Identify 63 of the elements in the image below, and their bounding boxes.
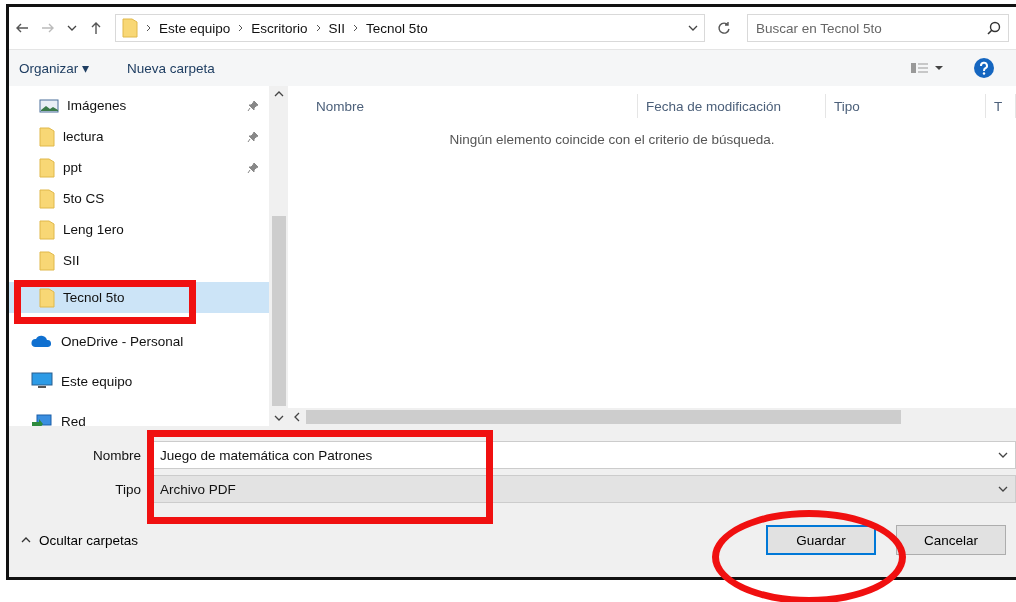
dialog-button[interactable]: Guardar	[766, 525, 876, 555]
nav-item[interactable]: lectura	[9, 121, 270, 152]
dialog-button[interactable]: Cancelar	[896, 525, 1006, 555]
nav-item[interactable]: OneDrive - Personal	[9, 321, 270, 361]
folder-icon	[39, 287, 55, 308]
chevron-icon	[353, 24, 359, 32]
breadcrumb-item[interactable]: Escritorio	[251, 20, 308, 36]
field-label: Tipo	[114, 481, 142, 497]
chevron-icon	[146, 24, 151, 32]
nav-item[interactable]: SII	[9, 245, 270, 276]
breadcrumb-item[interactable]: Este equipo	[159, 20, 231, 36]
folder-icon	[39, 219, 55, 240]
nav-item[interactable]: Red	[9, 401, 270, 426]
folder-icon	[122, 18, 138, 38]
pin-icon[interactable]	[247, 99, 260, 112]
folder-icon	[39, 126, 55, 147]
nav-item[interactable]: Este equipo	[9, 361, 270, 401]
refresh-button[interactable]	[717, 21, 731, 35]
column-header[interactable]: Nombre	[308, 94, 638, 118]
network-icon	[31, 412, 53, 426]
folder-icon	[39, 157, 55, 178]
dropdown-icon[interactable]	[998, 485, 1008, 493]
pin-icon[interactable]	[247, 130, 260, 143]
scroll-up-icon[interactable]	[273, 90, 284, 98]
nav-item[interactable]: ppt	[9, 152, 270, 183]
breadcrumb-item[interactable]: Tecnol 5to	[366, 20, 428, 36]
chevron-icon	[315, 24, 321, 32]
nav-item[interactable]: 5to CS	[9, 183, 270, 214]
back-button[interactable]	[15, 21, 29, 35]
cloud-icon	[31, 334, 53, 348]
view-options-icon[interactable]	[910, 62, 944, 74]
scroll-left-icon[interactable]	[294, 412, 300, 422]
pin-icon[interactable]	[247, 161, 260, 174]
column-header[interactable]: Tipo	[826, 94, 986, 118]
field-label: Nombre	[92, 447, 142, 463]
file-type-dropdown[interactable]: Archivo PDF	[153, 475, 1016, 503]
search-field[interactable]: Buscar en Tecnol 5to	[747, 14, 1009, 42]
column-header[interactable]: T	[986, 94, 1016, 118]
address-bar[interactable]: Este equipo Escritorio SII Tecnol 5to	[115, 14, 705, 42]
dropdown-icon[interactable]	[688, 24, 698, 32]
chevron-icon	[238, 24, 244, 32]
image-icon	[39, 97, 59, 114]
folder-icon	[39, 250, 55, 271]
folder-icon	[39, 188, 55, 209]
caret-icon	[21, 536, 31, 544]
scrollbar[interactable]	[288, 408, 1016, 426]
hide-folders-button[interactable]: Ocultar carpetas	[15, 531, 145, 549]
empty-message: Ningún elemento coincide con el criterio de búsqueda.	[449, 132, 775, 147]
toolbar-button[interactable]: Nueva carpeta	[127, 60, 215, 76]
monitor-icon	[31, 372, 53, 390]
scroll-down-icon[interactable]	[273, 414, 284, 422]
filename-field[interactable]: Juego de matemática con Patrones	[153, 441, 1016, 469]
help-icon[interactable]	[974, 58, 994, 78]
nav-item[interactable]: Imágenes	[9, 90, 270, 121]
dropdown-icon[interactable]	[998, 451, 1008, 459]
column-header[interactable]: Fecha de modificación	[638, 94, 826, 118]
nav-item[interactable]: Leng 1ero	[9, 214, 270, 245]
recent-locations-icon[interactable]	[67, 24, 77, 32]
breadcrumb-item[interactable]: SII	[328, 20, 346, 36]
up-button[interactable]	[89, 21, 103, 35]
scrollbar[interactable]	[269, 86, 288, 426]
search-icon	[987, 21, 1001, 35]
toolbar-button[interactable]: Organizar ▾	[19, 60, 90, 76]
